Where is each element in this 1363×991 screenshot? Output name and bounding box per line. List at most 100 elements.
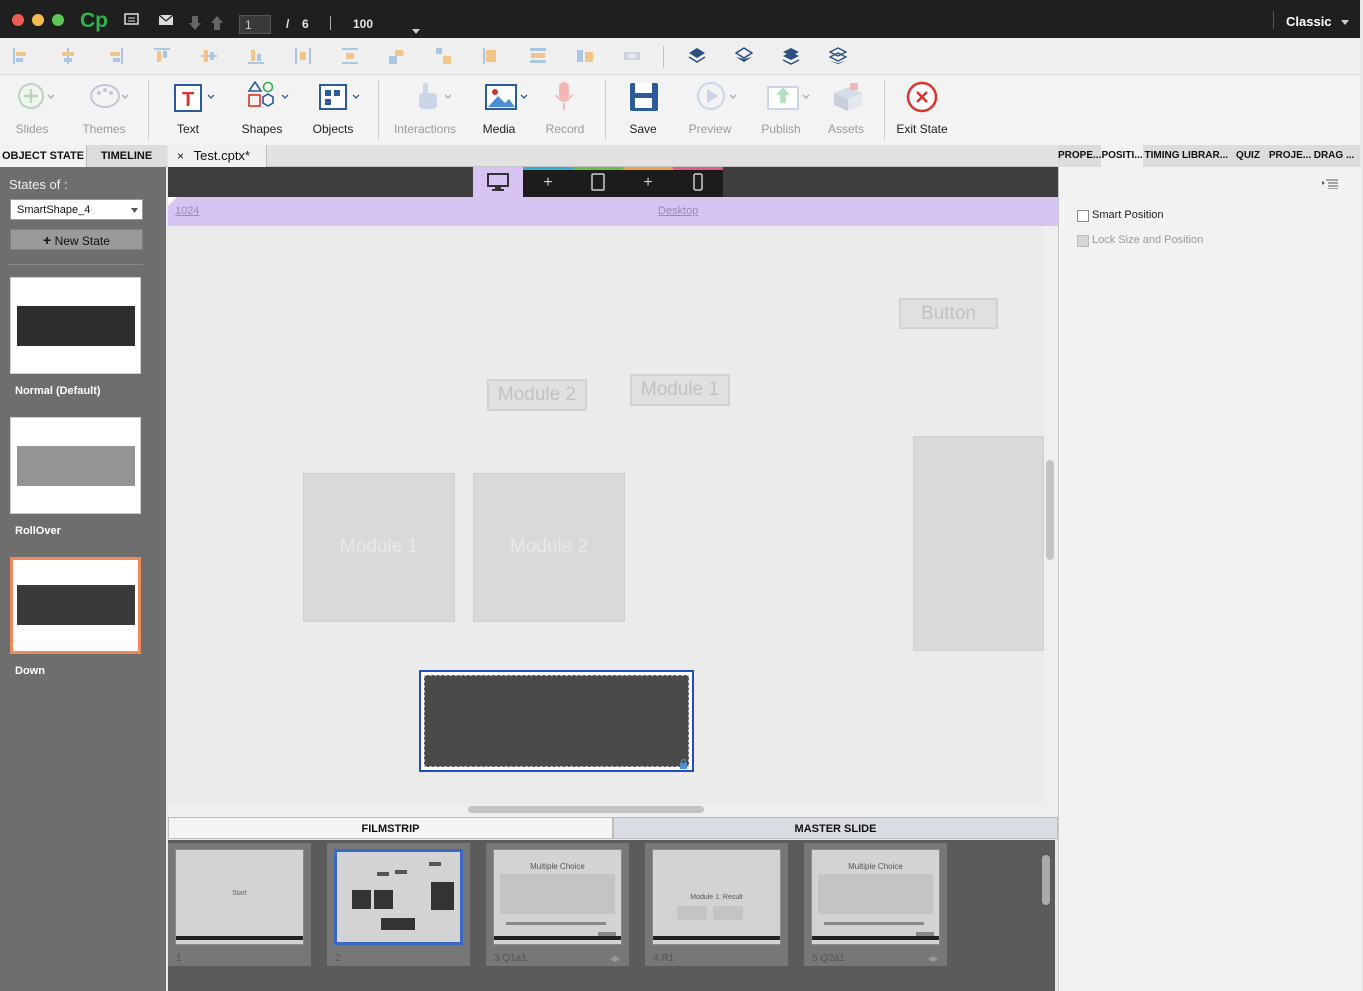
preview-button[interactable]: Preview [678,75,742,145]
tab-position[interactable]: POSITI... [1101,145,1143,167]
objects-button[interactable]: Objects [301,75,365,145]
question-area [818,874,933,914]
shapes-button[interactable]: Shapes [230,75,294,145]
filmstrip-slide-1[interactable]: Start 1 [168,843,311,966]
publish-button[interactable]: Publish [749,75,813,145]
minimize-window-button[interactable] [32,14,44,26]
comment-icon[interactable] [124,13,140,30]
align-misc-icon[interactable] [624,48,640,64]
add-breakpoint-button[interactable]: + [523,167,573,197]
ghost-module2-button[interactable]: Module 2 [487,379,587,411]
tablet-breakpoint-button[interactable] [573,167,623,197]
text-button[interactable]: T Text [156,75,220,145]
state-thumbnail-rollover[interactable] [10,417,141,514]
chevron-down-icon [1341,20,1350,26]
smart-shape-fill [424,675,689,767]
mobile-breakpoint-button[interactable] [673,167,723,197]
ruler-width-value[interactable]: 1024 [175,205,199,217]
breakpoint-name[interactable]: Desktop [658,205,698,217]
object-select-dropdown[interactable]: SmartShape_4 [10,199,143,220]
tab-object-state[interactable]: OBJECT STATE [0,145,87,167]
tab-properties[interactable]: PROPE... [1058,145,1101,167]
filmstrip-slide-2[interactable]: 2 [327,843,470,966]
save-label: Save [629,122,657,136]
lock-size-position-checkbox[interactable] [1077,235,1089,247]
align-right-icon[interactable] [107,48,123,64]
filmstrip-slide-3[interactable]: Multiple Choice 3 Q1a1 [486,843,629,966]
resize-to-same-size-icon[interactable] [577,48,593,64]
play-preview-icon [696,81,737,111]
distribute-horizontal-icon[interactable] [295,48,311,64]
tab-quiz[interactable]: QUIZ [1231,145,1265,167]
align-center-on-slide-icon[interactable] [389,48,405,64]
slide-number: 3 Q1a1 [494,953,527,964]
close-tab-icon[interactable]: × [177,149,184,163]
send-backward-icon[interactable] [782,47,800,70]
next-slide-arrow-icon[interactable] [189,16,201,35]
zoom-value[interactable]: 100 [353,17,373,31]
record-button[interactable]: Record [533,75,597,145]
selected-smart-shape[interactable] [419,670,694,772]
horizontal-scrollbar[interactable] [468,806,704,813]
align-toolbar [0,38,1360,75]
filmstrip-slide-5[interactable]: Multiple Choice 5 Q2a1 [804,843,947,966]
slide-caption: Module 1: Result [690,894,743,901]
align-middle-on-slide-icon[interactable] [436,48,452,64]
save-button[interactable]: Save [611,75,675,145]
resize-to-same-height-icon[interactable] [483,48,499,64]
state-thumbnail-down[interactable] [10,557,141,654]
tab-timeline[interactable]: TIMELINE [87,145,166,167]
media-button[interactable]: Media [467,75,531,145]
filmstrip-slide-4[interactable]: Module 1: Result 4 R1 [645,843,788,966]
vertical-scrollbar[interactable] [1046,460,1054,560]
align-bottom-icon[interactable] [248,48,264,64]
panel-menu-icon[interactable] [1322,176,1338,194]
zoom-dropdown-icon[interactable] [412,21,420,39]
bring-to-front-icon[interactable] [688,47,706,70]
document-tab-bar [166,145,1058,167]
interactions-button[interactable]: Interactions [393,75,457,145]
tab-library[interactable]: LIBRAR... [1181,145,1229,167]
themes-button[interactable]: Themes [72,75,136,145]
ghost-image-placeholder[interactable] [913,436,1044,651]
previous-slide-arrow-icon[interactable] [211,16,223,35]
bring-forward-icon[interactable] [734,47,754,70]
resize-to-same-width-icon[interactable] [530,48,546,64]
smart-position-checkbox[interactable] [1077,210,1089,222]
slide-total: 6 [302,17,309,31]
assets-button[interactable]: Assets [814,75,878,145]
tab-filmstrip[interactable]: FILMSTRIP [168,817,613,839]
new-state-button[interactable]: + New State [10,229,143,250]
desktop-breakpoint-button[interactable] [473,167,523,197]
text-label: Text [176,122,199,136]
send-to-back-icon[interactable] [828,47,848,70]
tab-master-slide[interactable]: MASTER SLIDE [613,817,1058,839]
ghost-module1-button[interactable]: Module 1 [630,374,730,406]
tab-timing[interactable]: TIMING [1143,145,1181,167]
align-left-icon[interactable] [13,48,29,64]
ghost-button[interactable]: Button [899,298,998,329]
ghost-module1-box[interactable]: Module 1 [303,473,455,622]
document-tab[interactable]: × Test.cptx* [168,145,267,167]
state-thumbnail-normal[interactable] [10,277,141,374]
distribute-vertical-icon[interactable] [342,48,358,64]
record-label: Record [545,122,585,136]
exit-state-button[interactable]: Exit State [890,75,954,145]
ghost-module2-box[interactable]: Module 2 [473,473,625,622]
align-middle-icon[interactable] [201,48,217,64]
align-center-icon[interactable] [60,48,76,64]
tab-drag-drop[interactable]: DRAG ... [1311,145,1357,167]
tab-project[interactable]: PROJE... [1267,145,1313,167]
add-slide-icon [18,81,55,111]
palette-icon [90,81,129,111]
slide-number-input[interactable]: 1 [239,15,271,34]
mail-icon[interactable] [158,14,174,29]
filmstrip-scrollbar[interactable] [1042,855,1050,905]
add-breakpoint-button-2[interactable]: + [623,167,673,197]
slides-button[interactable]: Slides [0,75,64,145]
workspace-switcher[interactable]: Classic [1286,14,1350,29]
align-top-icon[interactable] [154,48,170,64]
zoom-window-button[interactable] [52,14,64,26]
slide-footer-bar [494,936,621,940]
close-window-button[interactable] [12,14,24,26]
